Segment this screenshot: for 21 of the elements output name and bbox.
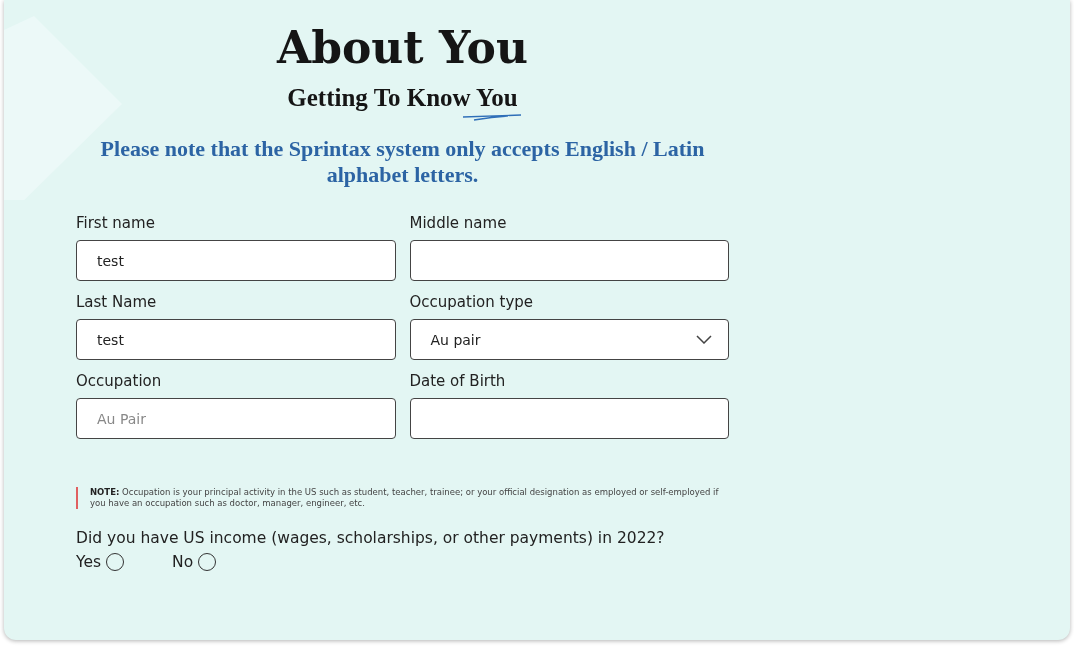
- language-notice: Please note that the Sprintax system only accepts English / Latin alphabet letters.: [99, 136, 706, 188]
- field-label: Middle name: [409, 214, 508, 233]
- radio-option[interactable]: Yes: [76, 553, 125, 571]
- text-field[interactable]: test: [76, 319, 396, 360]
- page-title: About You: [277, 21, 528, 75]
- underline-swoosh-icon: [461, 114, 522, 122]
- radio-option[interactable]: No: [172, 553, 217, 571]
- occupation-note: NOTE: Occupation is your principal activity in the US such as student, teacher, trainee; or your official designation as employed or self-employed if you have an occupation such as doctor, manager, engineer, etc.: [76, 487, 729, 509]
- field-label: Last Name: [76, 293, 158, 312]
- field-label: Occupation type: [409, 293, 535, 312]
- income-question: Did you have US income (wages, scholarships, or other payments) in 2022?: [76, 529, 666, 547]
- text-field[interactable]: [409, 240, 729, 281]
- page-subtitle: Getting To Know You: [287, 84, 518, 112]
- text-field[interactable]: test: [76, 240, 396, 281]
- field-label: Occupation: [76, 372, 163, 391]
- select-field[interactable]: Au pair: [409, 319, 729, 360]
- text-field[interactable]: [409, 398, 729, 439]
- field-label: Date of Birth: [409, 372, 507, 391]
- text-field[interactable]: Au Pair: [76, 398, 396, 439]
- chevron-down-icon: [696, 335, 712, 344]
- field-label: First name: [76, 214, 156, 233]
